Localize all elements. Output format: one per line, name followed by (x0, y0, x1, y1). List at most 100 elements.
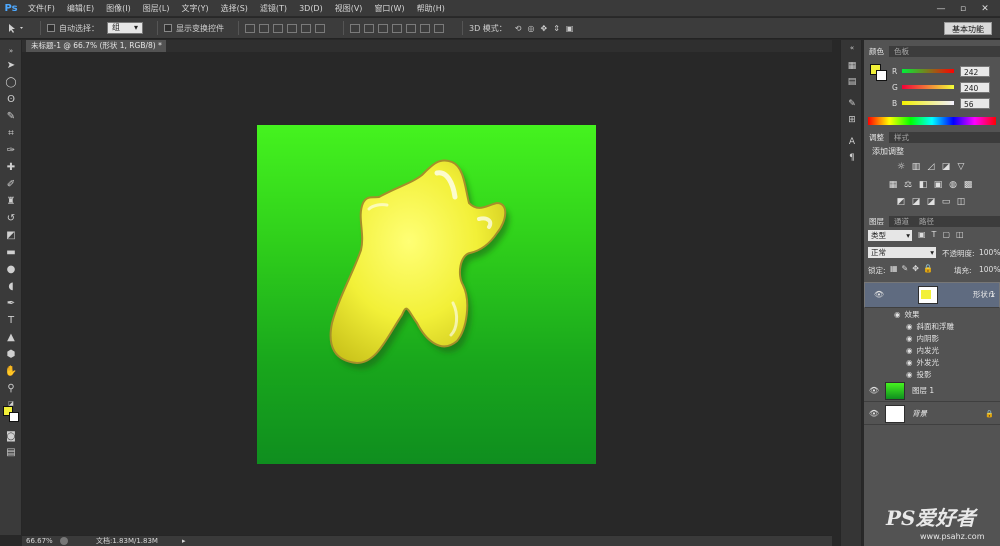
brush-panel-icon[interactable]: ✎ (845, 98, 859, 110)
color-panel-background[interactable] (876, 70, 887, 81)
layer-filter-icons[interactable]: ▣T▢◫ (918, 230, 970, 239)
3d-rotate-icon[interactable]: ⟲ (515, 24, 522, 33)
eraser-tool-icon[interactable]: ◩ (4, 228, 18, 242)
menu-view[interactable]: 视图(V) (329, 0, 369, 17)
menu-layer[interactable]: 图层(L) (137, 0, 176, 17)
distribute-left-icon[interactable] (392, 23, 402, 33)
effects-group-row[interactable]: ◉ 效果 (864, 308, 1000, 320)
tab-color[interactable]: 颜色 (864, 46, 889, 57)
hand-tool-icon[interactable]: ✋ (4, 364, 18, 378)
tab-paths[interactable]: 路径 (914, 216, 939, 227)
collapse-panels-icon[interactable]: « (845, 42, 859, 54)
auto-select-checkbox[interactable] (47, 24, 55, 32)
status-menu-arrow-icon[interactable]: ▸ (182, 536, 186, 546)
lock-icons[interactable]: ▦✎✥🔒 (890, 264, 937, 273)
menu-filter[interactable]: 滤镜(T) (254, 0, 293, 17)
layer-row-layer1[interactable]: 👁 图层 1 (864, 380, 1000, 402)
effect-row[interactable]: ◉ 斜面和浮雕 (864, 320, 1000, 332)
tab-swatches[interactable]: 色板 (889, 46, 914, 57)
green-slider[interactable] (902, 85, 954, 89)
invert-icon[interactable]: ◩ (896, 197, 906, 207)
path-selection-tool-icon[interactable]: ▲ (4, 330, 18, 344)
layer-row-background[interactable]: 👁 背景 🔒 (864, 403, 1000, 425)
blue-value[interactable]: 56 (960, 97, 990, 109)
eye-icon[interactable]: ◉ (894, 310, 901, 319)
auto-select-dropdown[interactable]: 组 ▾ (107, 22, 143, 34)
show-transform-checkbox[interactable] (164, 24, 172, 32)
align-vcenter-icon[interactable] (259, 23, 269, 33)
align-bottom-icon[interactable] (273, 23, 283, 33)
shape-tool-icon[interactable]: ⬢ (4, 347, 18, 361)
eye-icon[interactable]: ◉ (906, 334, 913, 343)
collapse-icon[interactable]: » (4, 44, 18, 58)
menu-select[interactable]: 选择(S) (215, 0, 254, 17)
distribute-vcenter-icon[interactable] (364, 23, 374, 33)
eye-icon[interactable]: ◉ (906, 358, 913, 367)
black-white-icon[interactable]: ◧ (918, 180, 928, 190)
blue-slider[interactable] (902, 101, 954, 105)
zoom-level[interactable]: 66.67% (26, 536, 53, 546)
brush-tool-icon[interactable]: ✐ (4, 177, 18, 191)
color-balance-icon[interactable]: ⚖ (903, 180, 913, 190)
blend-mode-dropdown[interactable]: 正常 ▾ (868, 247, 936, 258)
opacity-value[interactable]: 100% (979, 248, 1000, 257)
type-tool-icon[interactable]: T (4, 313, 18, 327)
quick-mask-icon[interactable]: ◙ (4, 429, 18, 443)
properties-panel-icon[interactable]: ▤ (845, 76, 859, 88)
dodge-tool-icon[interactable]: ◖ (4, 279, 18, 293)
fill-value[interactable]: 100% (979, 265, 1000, 274)
color-lookup-icon[interactable]: ▩ (963, 180, 973, 190)
tab-channels[interactable]: 通道 (889, 216, 914, 227)
menu-help[interactable]: 帮助(H) (411, 0, 451, 17)
red-slider[interactable] (902, 69, 954, 73)
workspace-button[interactable]: 基本功能 (944, 22, 992, 35)
character-panel-icon[interactable]: A (845, 136, 859, 148)
curves-icon[interactable]: ◿ (926, 162, 936, 172)
layer-effects-fx-icon[interactable]: fx (988, 289, 995, 301)
channel-mixer-icon[interactable]: ◍ (948, 180, 958, 190)
menu-edit[interactable]: 编辑(E) (61, 0, 100, 17)
healing-brush-tool-icon[interactable]: ✚ (4, 160, 18, 174)
eye-icon[interactable]: ◉ (906, 322, 913, 331)
history-panel-icon[interactable]: ▦ (845, 60, 859, 72)
photo-filter-icon[interactable]: ▣ (933, 180, 943, 190)
lasso-tool-icon[interactable]: ʘ (4, 92, 18, 106)
menu-3d[interactable]: 3D(D) (293, 0, 329, 17)
marquee-tool-icon[interactable]: ◯ (4, 75, 18, 89)
eye-icon[interactable]: 👁 (872, 289, 886, 301)
3d-roll-icon[interactable]: ◎ (528, 24, 535, 33)
brightness-icon[interactable]: ☼ (896, 162, 906, 172)
minimize-icon[interactable]: — (930, 0, 952, 17)
auto-align-icon[interactable] (434, 23, 444, 33)
quick-select-tool-icon[interactable]: ✎ (4, 109, 18, 123)
document-canvas[interactable] (257, 125, 596, 464)
blur-tool-icon[interactable]: ● (4, 262, 18, 276)
screen-mode-icon[interactable]: ▤ (4, 445, 18, 459)
green-value[interactable]: 240 (960, 81, 990, 93)
align-top-icon[interactable] (245, 23, 255, 33)
effect-row[interactable]: ◉ 投影 (864, 368, 1000, 380)
align-hcenter-icon[interactable] (301, 23, 311, 33)
document-tab[interactable]: 未标题-1 @ 66.7% (形状 1, RGB/8) * (26, 40, 166, 52)
history-brush-tool-icon[interactable]: ↺ (4, 211, 18, 225)
distribute-hcenter-icon[interactable] (406, 23, 416, 33)
status-info-icon[interactable] (60, 537, 68, 545)
3d-scale-icon[interactable]: ▣ (566, 24, 574, 33)
eye-icon[interactable]: 👁 (867, 409, 881, 418)
close-icon[interactable]: ✕ (974, 0, 996, 17)
clone-stamp-tool-icon[interactable]: ♜ (4, 194, 18, 208)
hue-saturation-icon[interactable]: ▦ (888, 180, 898, 190)
tab-styles[interactable]: 样式 (889, 132, 914, 143)
tab-adjustments[interactable]: 调整 (864, 132, 889, 143)
gradient-map-icon[interactable]: ▭ (941, 197, 951, 207)
eye-icon[interactable]: ◉ (906, 346, 913, 355)
menu-file[interactable]: 文件(F) (22, 0, 61, 17)
layer-filter-dropdown[interactable]: 类型 ▾ (868, 230, 912, 241)
pen-tool-icon[interactable]: ✒ (4, 296, 18, 310)
3d-pan-icon[interactable]: ✥ (540, 24, 547, 33)
tab-layers[interactable]: 图层 (864, 216, 889, 227)
background-color-swatch[interactable] (9, 412, 19, 422)
menu-image[interactable]: 图像(I) (100, 0, 137, 17)
posterize-icon[interactable]: ◪ (911, 197, 921, 207)
zoom-tool-icon[interactable]: ⚲ (4, 381, 18, 395)
